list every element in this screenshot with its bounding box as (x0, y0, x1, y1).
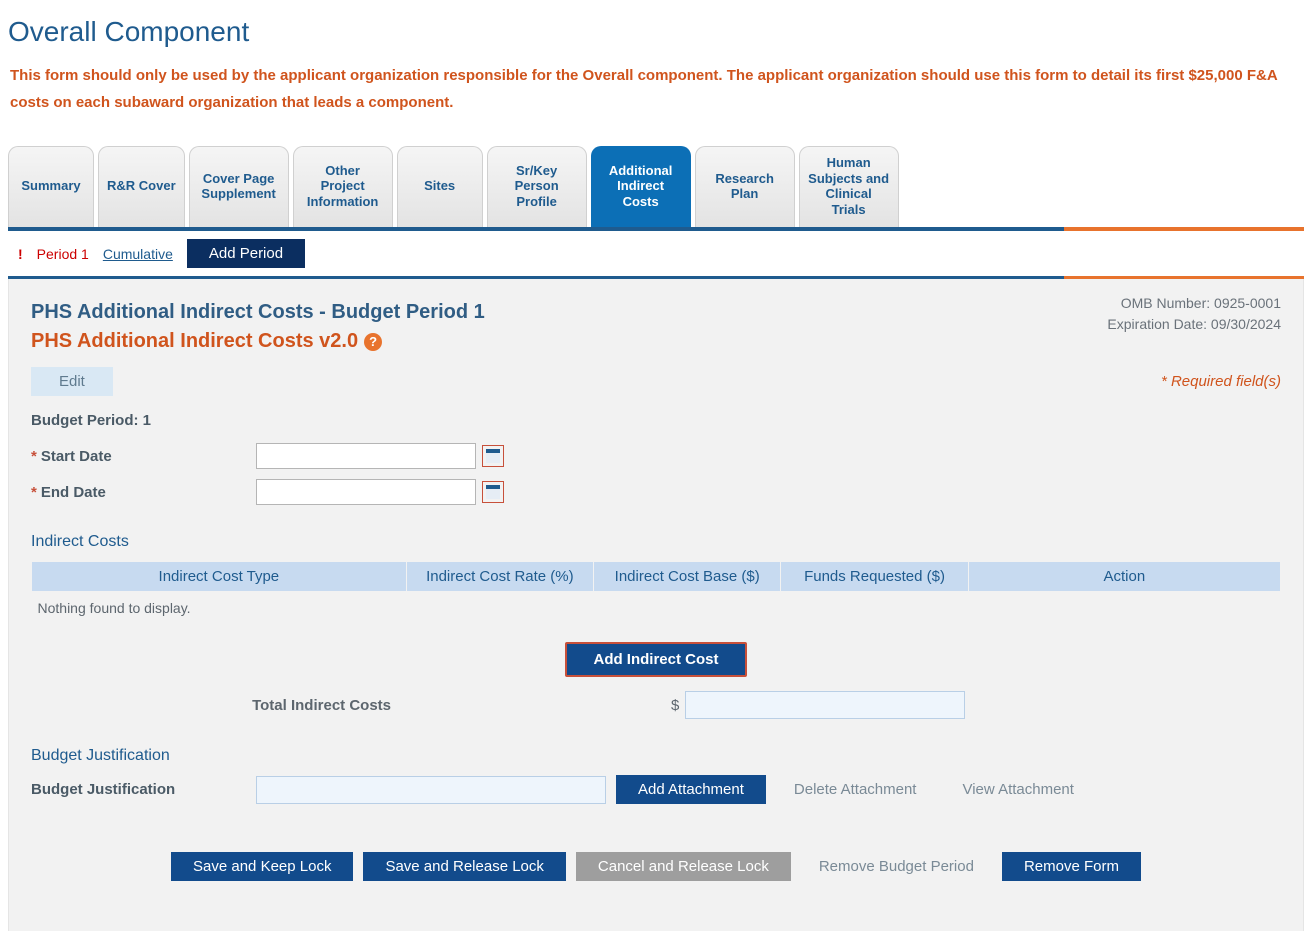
tab-sr-key-person-profile[interactable]: Sr/Key Person Profile (487, 146, 587, 227)
budget-justification-label: Budget Justification (31, 781, 256, 798)
end-date-input[interactable] (256, 479, 476, 505)
add-attachment-button[interactable]: Add Attachment (616, 775, 766, 804)
tab-underline (8, 227, 1304, 231)
form-instruction: This form should only be used by the app… (10, 62, 1302, 116)
add-indirect-cost-button[interactable]: Add Indirect Cost (565, 642, 746, 677)
period-bar: ! Period 1 Cumulative Add Period (8, 231, 1304, 276)
col-action: Action (968, 562, 1280, 592)
col-indirect-cost-base: Indirect Cost Base ($) (594, 562, 781, 592)
currency-symbol: $ (671, 697, 679, 714)
save-release-lock-button[interactable]: Save and Release Lock (363, 852, 565, 881)
omb-info: OMB Number: 0925-0001 Expiration Date: 0… (1107, 293, 1281, 335)
remove-budget-period-button[interactable]: Remove Budget Period (801, 852, 992, 881)
total-indirect-costs-label: Total Indirect Costs (31, 697, 671, 714)
footer-buttons: Save and Keep Lock Save and Release Lock… (31, 852, 1281, 881)
delete-attachment-button[interactable]: Delete Attachment (776, 775, 935, 804)
remove-form-button[interactable]: Remove Form (1002, 852, 1141, 881)
tab-other-project-information[interactable]: Other Project Information (293, 146, 393, 227)
required-fields-note: * Required field(s) (1161, 373, 1281, 390)
table-row: Nothing found to display. (32, 592, 1281, 625)
tab-cover-page-supplement[interactable]: Cover Page Supplement (189, 146, 289, 227)
form-heading: PHS Additional Indirect Costs - Budget P… (31, 301, 1281, 324)
calendar-icon[interactable] (482, 445, 504, 467)
col-funds-requested: Funds Requested ($) (781, 562, 968, 592)
required-star: * (31, 448, 37, 465)
empty-message: Nothing found to display. (32, 592, 1281, 625)
budget-period-label: Budget Period: 1 (31, 412, 256, 429)
tab-summary[interactable]: Summary (8, 146, 94, 227)
form-subheading: PHS Additional Indirect Costs v2.0 ? (31, 330, 1281, 353)
total-indirect-costs-input[interactable] (685, 691, 965, 719)
omb-number: OMB Number: 0925-0001 (1107, 293, 1281, 314)
tab-strip: Summary R&R Cover Cover Page Supplement … (8, 146, 1304, 227)
indirect-costs-table: Indirect Cost Type Indirect Cost Rate (%… (31, 561, 1281, 624)
tab-sites[interactable]: Sites (397, 146, 483, 227)
start-date-input[interactable] (256, 443, 476, 469)
view-attachment-button[interactable]: View Attachment (944, 775, 1091, 804)
tab-research-plan[interactable]: Research Plan (695, 146, 795, 227)
required-star: * (31, 484, 37, 501)
form-subheading-text: PHS Additional Indirect Costs v2.0 (31, 330, 358, 353)
end-date-label: End Date (41, 484, 106, 501)
error-icon: ! (18, 246, 23, 262)
cumulative-link[interactable]: Cumulative (103, 246, 173, 262)
add-period-button[interactable]: Add Period (187, 239, 305, 268)
tab-human-subjects-clinical-trials[interactable]: Human Subjects and Clinical Trials (799, 146, 899, 227)
period-1-link[interactable]: Period 1 (37, 246, 89, 262)
page-title: Overall Component (8, 16, 1304, 48)
col-indirect-cost-rate: Indirect Cost Rate (%) (406, 562, 593, 592)
cancel-release-lock-button[interactable]: Cancel and Release Lock (576, 852, 791, 881)
expiration-date: Expiration Date: 09/30/2024 (1107, 314, 1281, 335)
budget-justification-section: Budget Justification (31, 747, 1281, 765)
tab-additional-indirect-costs[interactable]: Additional Indirect Costs (591, 146, 691, 227)
save-keep-lock-button[interactable]: Save and Keep Lock (171, 852, 353, 881)
form-body: OMB Number: 0925-0001 Expiration Date: 0… (8, 279, 1304, 931)
budget-justification-input[interactable] (256, 776, 606, 804)
start-date-label: Start Date (41, 448, 112, 465)
tab-rr-cover[interactable]: R&R Cover (98, 146, 185, 227)
help-icon[interactable]: ? (364, 333, 382, 351)
col-indirect-cost-type: Indirect Cost Type (32, 562, 407, 592)
calendar-icon[interactable] (482, 481, 504, 503)
edit-button[interactable]: Edit (31, 367, 113, 396)
indirect-costs-title: Indirect Costs (31, 533, 1281, 551)
